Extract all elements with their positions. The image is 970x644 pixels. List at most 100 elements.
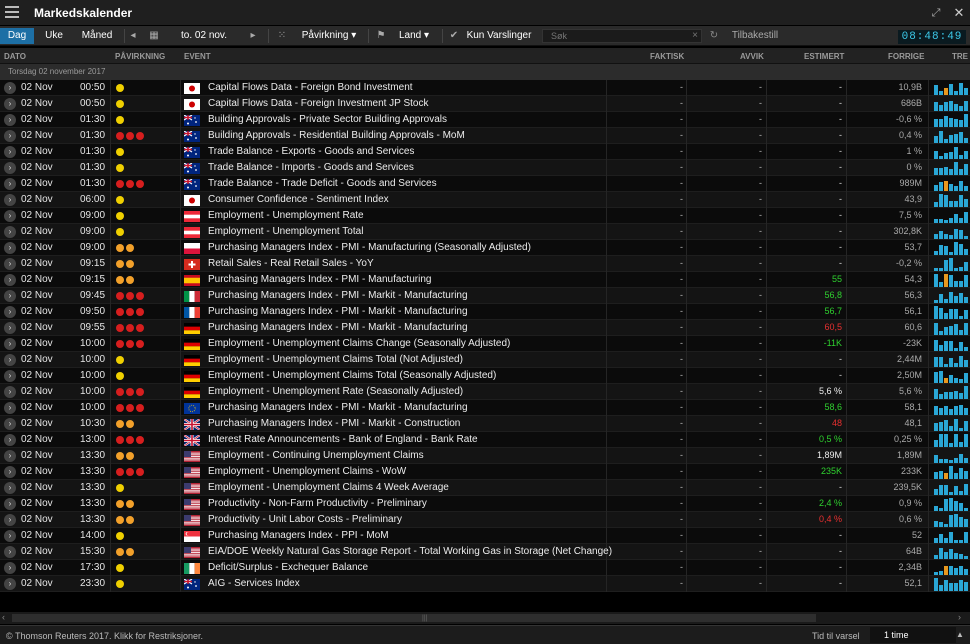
expand-row-icon[interactable]: › xyxy=(4,178,16,190)
table-row[interactable]: › 02 Nov 17:30 Deficit/Surplus - Exchequer … xyxy=(0,560,970,576)
col-estimate[interactable]: ESTIMERT xyxy=(804,52,844,61)
current-date-label[interactable]: to. 02 nov. xyxy=(168,28,240,44)
horizontal-scrollbar[interactable]: ‹ ||| › xyxy=(0,612,970,624)
expand-row-icon[interactable]: › xyxy=(4,514,16,526)
col-previous[interactable]: FORRIGE xyxy=(888,52,924,61)
expand-row-icon[interactable]: › xyxy=(4,418,16,430)
date-group-header[interactable]: Torsdag 02 november 2017 xyxy=(0,64,970,80)
table-row[interactable]: › 02 Nov 09:00 Purchasing Managers Index - … xyxy=(0,240,970,256)
table-row[interactable]: › 02 Nov 09:00 Employment - Unemployment Ra… xyxy=(0,208,970,224)
table-row[interactable]: › 02 Nov 09:00 Employment - Unemployment To… xyxy=(0,224,970,240)
expand-row-icon[interactable]: › xyxy=(4,498,16,510)
prev-date-icon[interactable]: ◂ xyxy=(126,28,140,44)
table-row[interactable]: › 02 Nov 09:15 Retail Sales - Real Retail S… xyxy=(0,256,970,272)
reset-button[interactable]: Tilbakestill xyxy=(724,28,786,44)
col-date[interactable]: DATO xyxy=(4,52,26,61)
table-row[interactable]: › 02 Nov 15:30 EIA/DOE Weekly Natural Gas S… xyxy=(0,544,970,560)
table-row[interactable]: › 02 Nov 01:30 Building Approvals - Private… xyxy=(0,112,970,128)
expand-row-icon[interactable]: › xyxy=(4,354,16,366)
hamburger-menu-icon[interactable] xyxy=(5,6,19,19)
table-row[interactable]: › 02 Nov 13:30 Employment - Continuing Unem… xyxy=(0,448,970,464)
expand-row-icon[interactable]: › xyxy=(4,114,16,126)
close-icon[interactable]: ✕ xyxy=(950,4,968,22)
table-row[interactable]: › 02 Nov 13:30 Productivity - Unit Labor Co… xyxy=(0,512,970,528)
table-row[interactable]: › 02 Nov 10:00 Employment - Unemployment Cl… xyxy=(0,368,970,384)
next-date-icon[interactable]: ▸ xyxy=(246,28,260,44)
row-deviation: - xyxy=(759,98,762,108)
table-row[interactable]: › 02 Nov 13:30 Productivity - Non-Farm Prod… xyxy=(0,496,970,512)
view-day-button[interactable]: Dag xyxy=(0,28,34,44)
search-input[interactable] xyxy=(542,29,702,43)
table-row[interactable]: › 02 Nov 13:00 Interest Rate Announcements … xyxy=(0,432,970,448)
row-estimate: - xyxy=(839,530,842,540)
col-deviation[interactable]: AVVIK xyxy=(740,52,764,61)
row-actual: - xyxy=(680,338,683,348)
col-actual[interactable]: FAKTISK xyxy=(650,52,684,61)
expand-row-icon[interactable]: › xyxy=(4,194,16,206)
table-row[interactable]: › 02 Nov 01:30 Trade Balance - Imports - Go… xyxy=(0,160,970,176)
scroll-thumb[interactable]: ||| xyxy=(12,614,816,622)
expand-icon[interactable]: ⤢ xyxy=(927,4,945,22)
country-filter-dropdown[interactable]: Land ▾ xyxy=(394,28,434,44)
expand-row-icon[interactable]: › xyxy=(4,530,16,542)
expand-row-icon[interactable]: › xyxy=(4,210,16,222)
table-row[interactable]: › 02 Nov 23:30 AIG - Services Index - - - 52,1 xyxy=(0,576,970,592)
col-trend[interactable]: TRE xyxy=(952,52,968,61)
copyright-link[interactable]: © Thomson Reuters 2017. Klikk for Restri… xyxy=(6,631,203,641)
table-row[interactable]: › 02 Nov 10:00 Employment - Unemployment Cl… xyxy=(0,336,970,352)
expand-row-icon[interactable]: › xyxy=(4,370,16,382)
table-row[interactable]: › 02 Nov 10:00 Employment - Unemployment Cl… xyxy=(0,352,970,368)
time-to-release-select[interactable]: 1 time xyxy=(870,627,956,643)
expand-row-icon[interactable]: › xyxy=(4,306,16,318)
table-row[interactable]: › 02 Nov 10:00 Employment - Unemployment Ra… xyxy=(0,384,970,400)
expand-row-icon[interactable]: › xyxy=(4,386,16,398)
scroll-left-icon[interactable]: ‹ xyxy=(2,612,5,622)
impact-filter-dropdown[interactable]: Påvirkning ▾ xyxy=(296,28,362,44)
col-impact[interactable]: PÅVIRKNING xyxy=(115,52,165,61)
expand-row-icon[interactable]: › xyxy=(4,562,16,574)
expand-row-icon[interactable]: › xyxy=(4,258,16,270)
table-row[interactable]: › 02 Nov 09:45 Purchasing Managers Index - … xyxy=(0,288,970,304)
expand-row-icon[interactable]: › xyxy=(4,322,16,334)
expand-row-icon[interactable]: › xyxy=(4,450,16,462)
expand-row-icon[interactable]: › xyxy=(4,290,16,302)
table-row[interactable]: › 02 Nov 06:00 Consumer Confidence - Sentim… xyxy=(0,192,970,208)
expand-row-icon[interactable]: › xyxy=(4,98,16,110)
expand-row-icon[interactable]: › xyxy=(4,162,16,174)
alerts-only-toggle[interactable]: Kun Varslinger xyxy=(464,28,534,44)
expand-row-icon[interactable]: › xyxy=(4,578,16,590)
table-row[interactable]: › 02 Nov 14:00 Purchasing Managers Index - … xyxy=(0,528,970,544)
table-row[interactable]: › 02 Nov 13:30 Employment - Unemployment Cl… xyxy=(0,464,970,480)
chevron-up-icon[interactable]: ▲ xyxy=(956,630,964,639)
expand-row-icon[interactable]: › xyxy=(4,466,16,478)
expand-row-icon[interactable]: › xyxy=(4,226,16,238)
view-week-button[interactable]: Uke xyxy=(38,28,70,44)
expand-row-icon[interactable]: › xyxy=(4,82,16,94)
table-row[interactable]: › 02 Nov 09:50 Purchasing Managers Index - … xyxy=(0,304,970,320)
table-row[interactable]: › 02 Nov 01:30 Trade Balance - Exports - Go… xyxy=(0,144,970,160)
expand-row-icon[interactable]: › xyxy=(4,242,16,254)
table-row[interactable]: › 02 Nov 00:50 Capital Flows Data - Foreign… xyxy=(0,96,970,112)
expand-row-icon[interactable]: › xyxy=(4,274,16,286)
expand-row-icon[interactable]: › xyxy=(4,146,16,158)
view-month-button[interactable]: Måned xyxy=(74,28,120,44)
calendar-icon[interactable]: ▦ xyxy=(146,28,162,44)
expand-row-icon[interactable]: › xyxy=(4,434,16,446)
clear-search-icon[interactable]: × xyxy=(690,28,700,44)
table-row[interactable]: › 02 Nov 09:55 Purchasing Managers Index - … xyxy=(0,320,970,336)
expand-row-icon[interactable]: › xyxy=(4,546,16,558)
table-row[interactable]: › 02 Nov 00:50 Capital Flows Data - Foreign… xyxy=(0,80,970,96)
expand-row-icon[interactable]: › xyxy=(4,338,16,350)
table-row[interactable]: › 02 Nov 09:15 Purchasing Managers Index - … xyxy=(0,272,970,288)
table-row[interactable]: › 02 Nov 10:00 Purchasing Managers Index - … xyxy=(0,400,970,416)
table-row[interactable]: › 02 Nov 01:30 Building Approvals - Residen… xyxy=(0,128,970,144)
expand-row-icon[interactable]: › xyxy=(4,130,16,142)
expand-row-icon[interactable]: › xyxy=(4,402,16,414)
scroll-right-icon[interactable]: › xyxy=(958,612,961,622)
table-row[interactable]: › 02 Nov 13:30 Employment - Unemployment Cl… xyxy=(0,480,970,496)
expand-row-icon[interactable]: › xyxy=(4,482,16,494)
table-row[interactable]: › 02 Nov 01:30 Trade Balance - Trade Defici… xyxy=(0,176,970,192)
col-event[interactable]: EVENT xyxy=(184,52,211,61)
trend-bar xyxy=(959,454,963,463)
table-row[interactable]: › 02 Nov 10:30 Purchasing Managers Index - … xyxy=(0,416,970,432)
